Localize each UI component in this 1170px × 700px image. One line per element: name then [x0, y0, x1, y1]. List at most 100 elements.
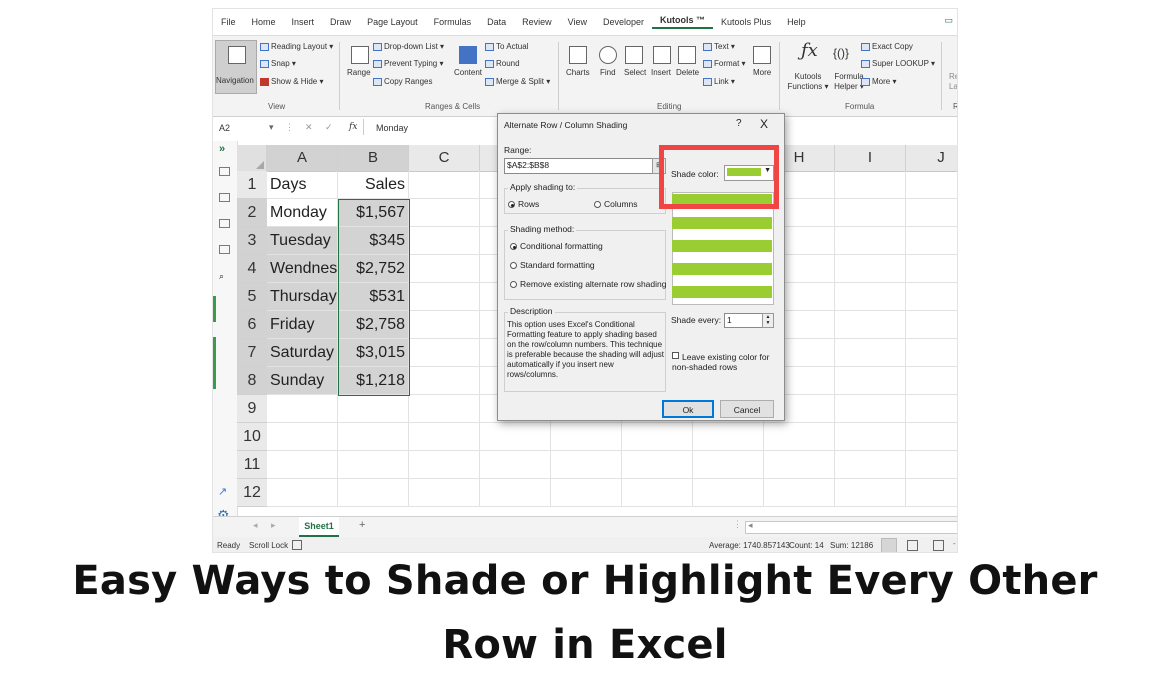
row-header-1[interactable]: 1 — [237, 171, 267, 199]
content-button[interactable]: Content — [454, 68, 482, 77]
cell-d11[interactable] — [480, 451, 551, 479]
cell-j1[interactable] — [906, 171, 957, 199]
show-hide-button[interactable]: Show & Hide ▾ — [260, 77, 323, 86]
confirm-entry-icon[interactable]: ✓ — [325, 122, 333, 133]
cell-i7[interactable] — [835, 339, 906, 367]
cell-j9[interactable] — [906, 395, 957, 423]
cell-j4[interactable] — [906, 255, 957, 283]
external-link-icon[interactable]: ↗ — [218, 485, 227, 498]
add-sheet-icon[interactable]: + — [359, 519, 365, 531]
cancel-button[interactable]: Cancel — [720, 400, 774, 418]
reading-layout-button[interactable]: Reading Layout ▾ — [260, 42, 333, 51]
shade-every-spinner[interactable]: ▲ ▼ — [762, 313, 774, 328]
cell-b12[interactable] — [338, 479, 409, 507]
method-conditional-radio[interactable]: Conditional formatting — [510, 241, 603, 251]
prevent-typing-button[interactable]: Prevent Typing ▾ — [373, 59, 443, 68]
cell-c8[interactable] — [409, 367, 480, 395]
cell-a5[interactable]: Thursday — [267, 283, 338, 311]
cell-c9[interactable] — [409, 395, 480, 423]
cell-g11[interactable] — [693, 451, 764, 479]
menu-item-data[interactable]: Data — [479, 17, 514, 27]
cell-j5[interactable] — [906, 283, 957, 311]
cell-j8[interactable] — [906, 367, 957, 395]
menu-item-draw[interactable]: Draw — [322, 17, 359, 27]
cell-a3[interactable]: Tuesday — [267, 227, 338, 255]
menu-item-kutools-plus[interactable]: Kutools Plus — [713, 17, 779, 27]
find-button[interactable]: Find — [600, 68, 616, 77]
cell-i3[interactable] — [835, 227, 906, 255]
cell-h10[interactable] — [764, 423, 835, 451]
row-header-4[interactable]: 4 — [237, 255, 267, 283]
cell-i2[interactable] — [835, 199, 906, 227]
cell-c1[interactable] — [409, 171, 480, 199]
cell-c3[interactable] — [409, 227, 480, 255]
drop-down-list-button[interactable]: Drop-down List ▾ — [373, 42, 444, 51]
macro-record-icon[interactable] — [292, 540, 302, 550]
cell-a6[interactable]: Friday — [267, 311, 338, 339]
cell-a7[interactable]: Saturday — [267, 339, 338, 367]
scroll-tabs-left-icon[interactable]: ◂ — [253, 520, 258, 531]
rows-radio[interactable]: Rows — [508, 199, 539, 209]
cell-f12[interactable] — [622, 479, 693, 507]
column-icon[interactable] — [219, 219, 230, 228]
select-button[interactable]: Select — [624, 68, 646, 77]
sheet-icon[interactable] — [219, 193, 230, 202]
cell-c2[interactable] — [409, 199, 480, 227]
scroll-left-icon[interactable]: ◂ — [748, 520, 753, 531]
merge-split-button[interactable]: Merge & Split ▾ — [485, 77, 550, 86]
cell-h11[interactable] — [764, 451, 835, 479]
snap-button[interactable]: Snap ▾ — [260, 59, 296, 68]
menu-item-formulas[interactable]: Formulas — [426, 17, 480, 27]
select-all-corner[interactable] — [237, 145, 267, 171]
range-input[interactable]: $A$2:$B$8 — [504, 158, 662, 174]
name-box-dropdown-icon[interactable]: ▾ — [269, 122, 274, 133]
help-icon[interactable]: ? — [736, 118, 742, 129]
cell-c11[interactable] — [409, 451, 480, 479]
cell-i9[interactable] — [835, 395, 906, 423]
row-header-5[interactable]: 5 — [237, 283, 267, 311]
row-header-7[interactable]: 7 — [237, 339, 267, 367]
cell-a11[interactable] — [267, 451, 338, 479]
close-icon[interactable]: X — [760, 117, 768, 131]
menu-item-review[interactable]: Review — [514, 17, 560, 27]
cell-a9[interactable] — [267, 395, 338, 423]
zoom-out-icon[interactable]: - — [953, 539, 956, 548]
cell-i1[interactable] — [835, 171, 906, 199]
comments-icon[interactable]: ▭ — [944, 15, 953, 26]
exact-copy-button[interactable]: Exact Copy — [861, 42, 913, 51]
menu-item-view[interactable]: View — [560, 17, 595, 27]
cell-b11[interactable] — [338, 451, 409, 479]
formula-input[interactable]: Monday — [363, 119, 494, 135]
row-header-12[interactable]: 12 — [237, 479, 267, 507]
cell-a2[interactable]: Monday — [267, 199, 338, 227]
more-button[interactable]: More — [753, 68, 771, 77]
text-button[interactable]: Text ▾ — [703, 42, 735, 51]
menu-item-help[interactable]: Help — [779, 17, 814, 27]
kutools-functions-button[interactable]: Kutools Functions ▾ — [785, 72, 831, 92]
format-button[interactable]: Format ▾ — [703, 59, 746, 68]
workbook-icon[interactable] — [219, 167, 230, 176]
cancel-entry-icon[interactable]: ✕ — [305, 122, 313, 133]
cell-i4[interactable] — [835, 255, 906, 283]
delete-button[interactable]: Delete — [676, 68, 699, 77]
ok-button[interactable]: Ok — [662, 400, 714, 418]
cell-a1[interactable]: Days — [267, 171, 338, 199]
tab-sheet1[interactable]: Sheet1 — [299, 517, 339, 537]
cell-c6[interactable] — [409, 311, 480, 339]
horizontal-scrollbar[interactable]: ◂ — [745, 520, 957, 534]
row-header-9[interactable]: 9 — [237, 395, 267, 423]
cell-c7[interactable] — [409, 339, 480, 367]
column-header-b[interactable]: B — [338, 145, 409, 171]
round-button[interactable]: Round — [485, 59, 520, 68]
cell-f10[interactable] — [622, 423, 693, 451]
cell-c10[interactable] — [409, 423, 480, 451]
column-header-a[interactable]: A — [267, 145, 338, 171]
cell-f11[interactable] — [622, 451, 693, 479]
cell-i8[interactable] — [835, 367, 906, 395]
menu-item-developer[interactable]: Developer — [595, 17, 652, 27]
method-standard-radio[interactable]: Standard formatting — [510, 260, 595, 270]
menu-item-kutools[interactable]: Kutools ™ — [652, 15, 714, 29]
cell-j10[interactable] — [906, 423, 957, 451]
copy-ranges-button[interactable]: Copy Ranges — [373, 77, 432, 86]
link-button[interactable]: Link ▾ — [703, 77, 735, 86]
